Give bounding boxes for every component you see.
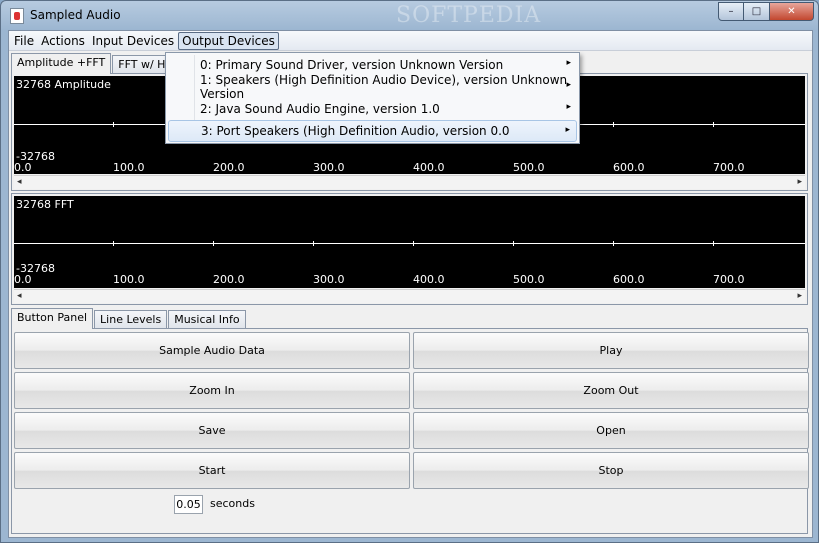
fft-x-tick-label: 100.0 (113, 273, 145, 286)
amplitude-max-label: 32768 Amplitude (16, 78, 111, 91)
amplitude-scrollbar[interactable]: ◂ ▸ (14, 175, 805, 189)
tab-amplitude-fft[interactable]: Amplitude +FFT (11, 53, 112, 74)
seconds-field[interactable]: 0.05 (174, 495, 203, 514)
button-panel: Sample Audio Data Play Zoom In Zoom Out … (11, 328, 809, 534)
fft-x-tick-label: 700.0 (713, 273, 745, 286)
submenu-arrow-icon: ▸ (566, 80, 571, 90)
amplitude-x-tick-label: 400.0 (413, 161, 445, 174)
scroll-right-arrow-icon[interactable]: ▸ (797, 291, 802, 301)
control-tabs: Button Panel Line Levels Musical Info (11, 308, 247, 329)
output-device-item[interactable]: 1: Speakers (High Definition Audio Devic… (168, 73, 577, 101)
open-button[interactable]: Open (413, 412, 809, 449)
submenu-arrow-icon: ▸ (565, 125, 570, 135)
fft-x-tick-label: 600.0 (613, 273, 645, 286)
menu-actions[interactable]: Actions (38, 33, 88, 49)
amplitude-x-tick-label: 100.0 (113, 161, 145, 174)
fft-tick (713, 241, 714, 246)
tab-musical-info[interactable]: Musical Info (168, 310, 246, 329)
tab-line-levels[interactable]: Line Levels (94, 310, 168, 329)
fft-x-tick-label: 300.0 (313, 273, 345, 286)
zoom-out-button[interactable]: Zoom Out (413, 372, 809, 409)
output-device-label: 1: Speakers (High Definition Audio Devic… (200, 73, 568, 101)
submenu-arrow-icon: ▸ (566, 102, 571, 112)
fft-x-tick-label: 400.0 (413, 273, 445, 286)
close-button[interactable]: ✕ (770, 2, 814, 21)
output-device-item[interactable]: 2: Java Sound Audio Engine, version 1.0 … (168, 98, 577, 120)
play-button[interactable]: Play (413, 332, 809, 369)
fft-scrollbar[interactable]: ◂ ▸ (14, 289, 805, 303)
fft-tick (313, 241, 314, 246)
scroll-right-arrow-icon[interactable]: ▸ (797, 177, 802, 187)
amplitude-tick (713, 122, 714, 127)
fft-tick (113, 241, 114, 246)
minimize-button[interactable]: – (718, 2, 744, 21)
menu-input-devices[interactable]: Input Devices (89, 33, 177, 49)
amplitude-x-tick-label: 200.0 (213, 161, 245, 174)
seconds-label: seconds (210, 497, 255, 510)
output-device-label: 3: Port Speakers (High Definition Audio,… (201, 124, 510, 138)
menu-file[interactable]: File (11, 33, 37, 49)
title-bar[interactable]: Sampled Audio SOFTPEDIA – □ ✕ (1, 1, 818, 30)
zoom-in-button[interactable]: Zoom In (14, 372, 410, 409)
fft-panel: 32768 FFT -32768 0.0 100.0 200.0 300.0 4… (11, 193, 808, 305)
watermark: SOFTPEDIA (396, 3, 542, 28)
window-controls: – □ ✕ (718, 2, 814, 21)
fft-tick (413, 241, 414, 246)
tab-button-panel[interactable]: Button Panel (11, 308, 94, 329)
fft-x-tick-label: 0.0 (14, 273, 32, 286)
fft-x-tick-label: 500.0 (513, 273, 545, 286)
app-window: Sampled Audio SOFTPEDIA – □ ✕ File Actio… (0, 0, 819, 543)
amplitude-x-tick-label: 0.0 (14, 161, 32, 174)
menu-output-devices[interactable]: Output Devices (178, 31, 279, 50)
fft-tick (213, 241, 214, 246)
stop-button[interactable]: Stop (413, 452, 809, 489)
maximize-button[interactable]: □ (744, 2, 770, 21)
amplitude-tick (613, 122, 614, 127)
window-title: Sampled Audio (30, 8, 121, 22)
fft-zero-line (14, 243, 805, 244)
amplitude-x-tick-label: 500.0 (513, 161, 545, 174)
save-button[interactable]: Save (14, 412, 410, 449)
sample-audio-button[interactable]: Sample Audio Data (14, 332, 410, 369)
start-button[interactable]: Start (14, 452, 410, 489)
amplitude-x-tick-label: 600.0 (613, 161, 645, 174)
amplitude-tick (113, 122, 114, 127)
fft-max-label: 32768 FFT (16, 198, 74, 211)
fft-x-tick-label: 200.0 (213, 273, 245, 286)
submenu-arrow-icon: ▸ (566, 58, 571, 68)
scroll-left-arrow-icon[interactable]: ◂ (17, 291, 22, 301)
output-device-label: 2: Java Sound Audio Engine, version 1.0 (200, 102, 440, 116)
amplitude-x-tick-label: 700.0 (713, 161, 745, 174)
menu-bar: File Actions Input Devices Output Device… (9, 31, 812, 51)
output-device-item[interactable]: 3: Port Speakers (High Definition Audio,… (168, 120, 577, 142)
fft-tick (513, 241, 514, 246)
fft-plot[interactable]: 32768 FFT -32768 0.0 100.0 200.0 300.0 4… (14, 196, 805, 288)
scroll-left-arrow-icon[interactable]: ◂ (17, 177, 22, 187)
fft-tick (613, 241, 614, 246)
amplitude-x-tick-label: 300.0 (313, 161, 345, 174)
java-app-icon[interactable] (10, 8, 24, 24)
output-devices-menu: 0: Primary Sound Driver, version Unknown… (165, 52, 580, 144)
output-device-label: 0: Primary Sound Driver, version Unknown… (200, 58, 504, 72)
